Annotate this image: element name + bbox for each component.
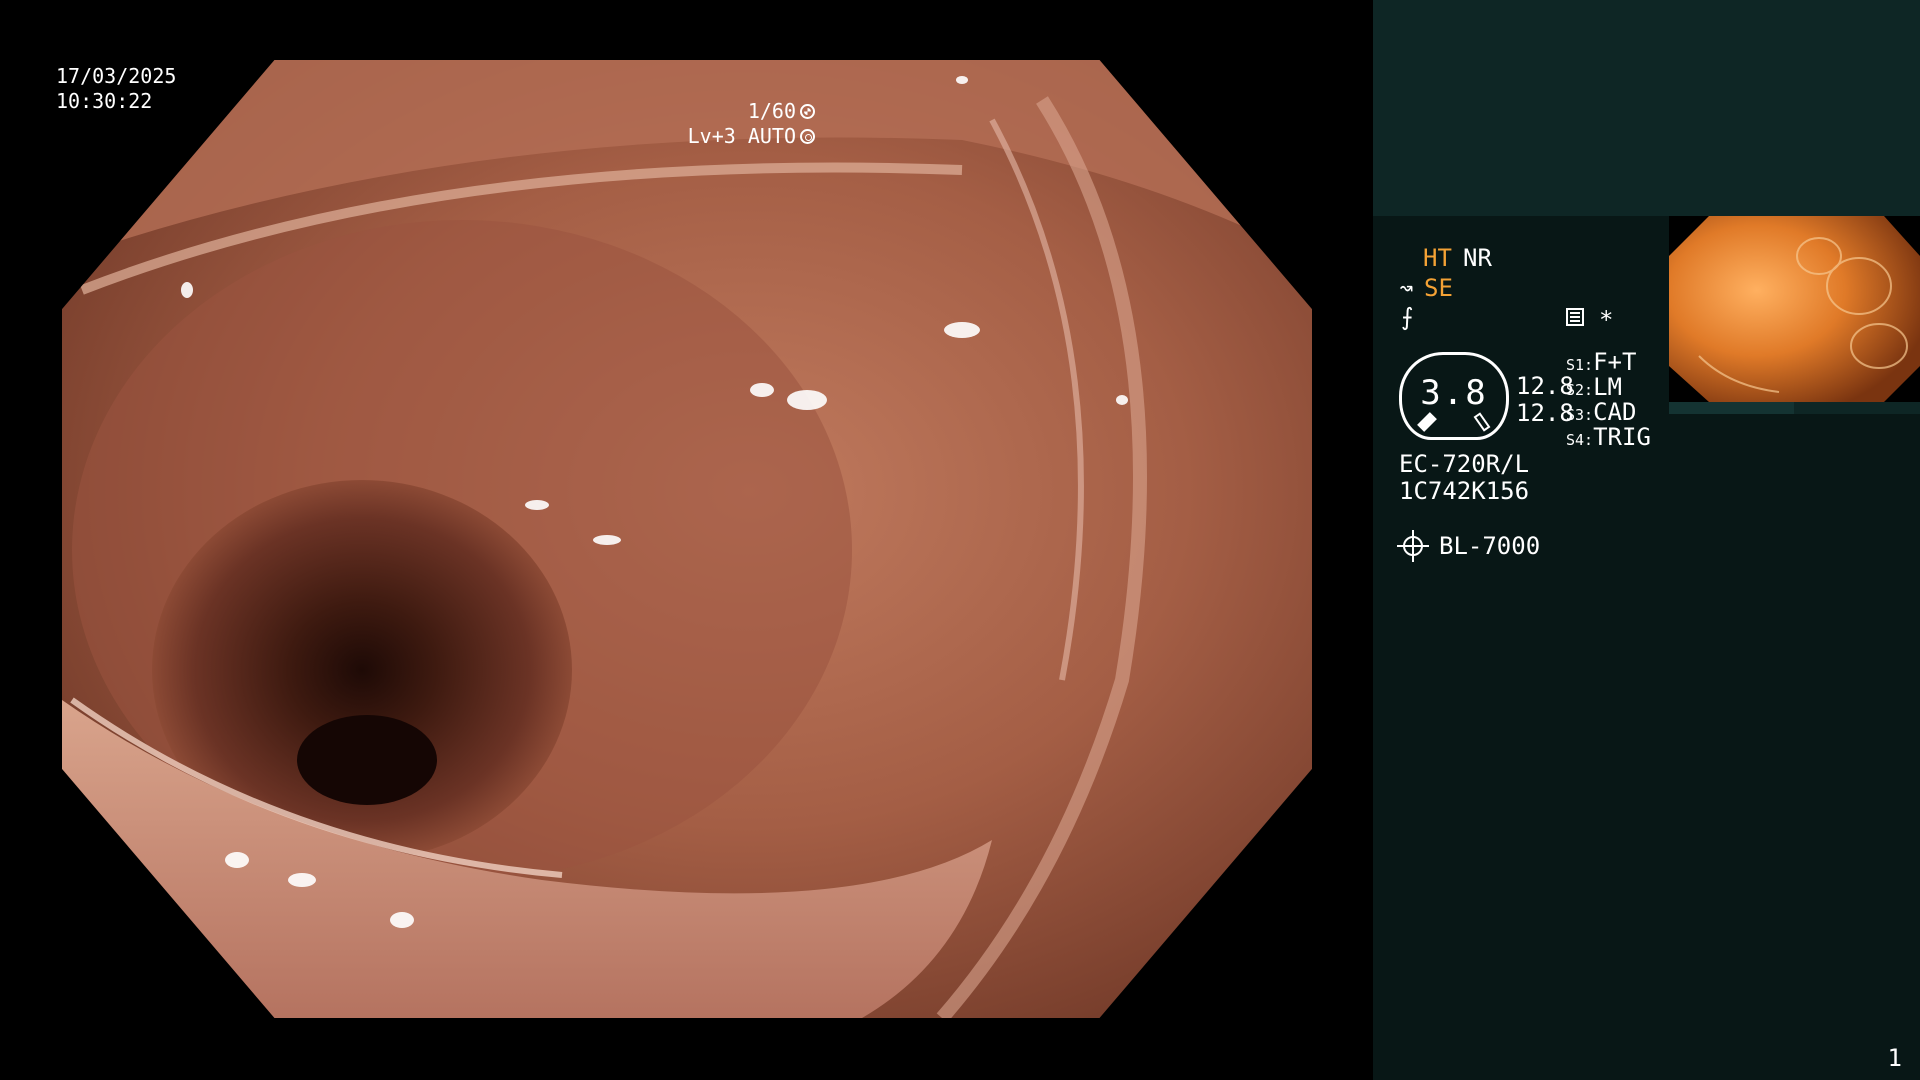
iris-ring-icon <box>800 129 815 144</box>
se-mode-icon: ↝ <box>1399 274 1414 302</box>
switch-s4: S4:TRIG <box>1566 423 1651 454</box>
thumbnail-image <box>1669 216 1920 402</box>
capture-thumbnail[interactable] <box>1669 216 1920 402</box>
light-source-model: BL-7000 <box>1439 532 1541 560</box>
scope-model: EC-720R/L <box>1399 450 1530 478</box>
gauge-left-marker <box>1417 412 1437 432</box>
iris-text: Lv+3 AUTO <box>687 124 796 148</box>
page-number: 1 <box>1887 1044 1902 1072</box>
iris-row: Lv+3 AUTO <box>688 124 815 149</box>
time-text: 10:30:22 <box>56 89 153 113</box>
endoscopic-image <box>62 60 1312 1018</box>
gauge-right-marker <box>1473 412 1491 432</box>
processor-sidebar: HT NR ↝ SE ⨍ * 3.8 12.8 12.8 S1:F+T S2:L… <box>1373 0 1920 1080</box>
se-indicator: SE <box>1424 274 1453 302</box>
datetime-readout: 17/03/2025 10:30:22 <box>56 64 176 114</box>
thumbnail-status-segment <box>1669 402 1794 414</box>
shutter-row: 1/60 <box>688 99 815 124</box>
switch-s4-key: S4: <box>1566 431 1594 449</box>
menu-list-icon <box>1566 308 1584 326</box>
switch-s1-label: F+T <box>1593 348 1637 376</box>
ht-indicator: HT <box>1423 244 1452 272</box>
switch-s3-label: CAD <box>1593 398 1637 426</box>
date-text: 17/03/2025 <box>56 64 177 88</box>
switch-s3-key: S3: <box>1566 406 1594 424</box>
sidebar-top-panel <box>1373 0 1920 216</box>
endoscope-viewport: 17/03/2025 10:30:22 1/60 Lv+3 AUTO <box>0 0 1373 1080</box>
switch-s2-key: S2: <box>1566 381 1594 399</box>
exposure-readout: 1/60 Lv+3 AUTO <box>688 99 815 149</box>
switch-s1-key: S1: <box>1566 356 1594 374</box>
switch-s2-label: LM <box>1593 373 1622 401</box>
switch-s4-label: TRIG <box>1593 423 1651 451</box>
star-indicator: * <box>1599 306 1614 334</box>
gauge-value: 3.8 <box>1420 373 1488 413</box>
nr-indicator: NR <box>1463 244 1492 272</box>
scope-gauge-icon: 3.8 <box>1399 352 1509 440</box>
freeze-icon: ⨍ <box>1401 303 1414 331</box>
shutter-text: 1/60 <box>747 99 796 123</box>
shutter-ring-icon <box>800 104 815 119</box>
light-source-icon <box>1397 530 1429 562</box>
thumbnail-status-bar <box>1669 402 1920 414</box>
scope-serial: 1C742K156 <box>1399 477 1530 505</box>
